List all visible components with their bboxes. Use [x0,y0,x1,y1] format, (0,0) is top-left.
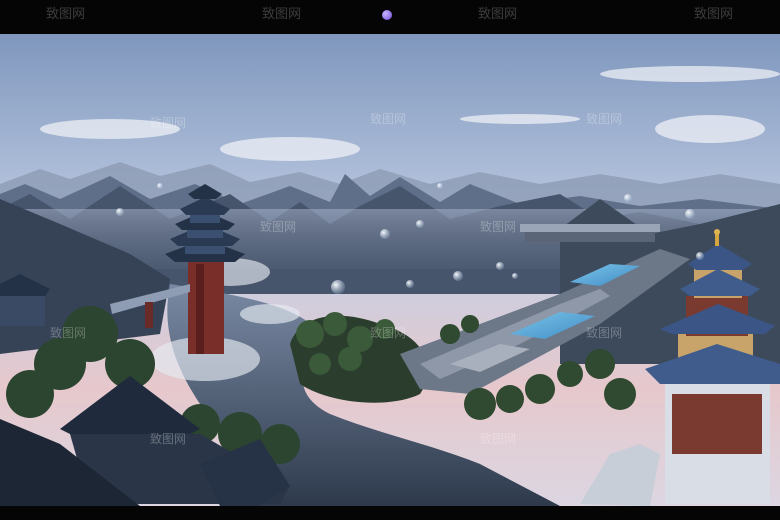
landscape-illustration: 致图网 致图网 致图网 致图网 致图网 致图网 致图网 致图网 致图网 致图网 [0,34,780,506]
landscape-svg [0,34,780,506]
purple-orb-icon [382,10,392,20]
top-caption-bar: 致图网 致图网 致图网 致图网 [0,0,780,34]
bottom-bar [0,506,780,520]
caption [0,0,780,34]
